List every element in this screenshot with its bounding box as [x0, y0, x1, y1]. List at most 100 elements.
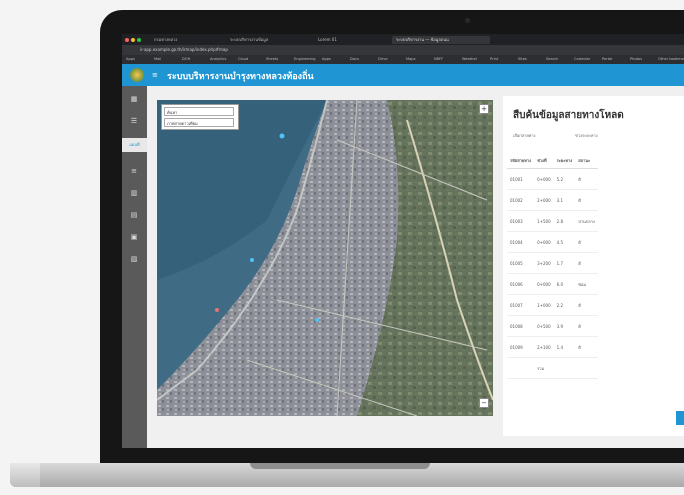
zoom-out-button[interactable]: − — [479, 398, 489, 408]
road-data-table: รหัสสายทาง ช่วงที่ ระยะทาง สถานะ 01001 0+… — [507, 152, 598, 379]
table-cell: 0+000 — [534, 273, 554, 295]
bookmark-item[interactable]: Apps — [126, 57, 135, 61]
table-cell: 2.2 — [553, 294, 576, 316]
table-cell: ซ่อม — [575, 273, 598, 295]
map-search-input[interactable]: ค้นหา — [164, 107, 234, 116]
table-cell: รวม — [534, 357, 554, 379]
settings-icon[interactable]: ▧ — [128, 254, 140, 264]
column-header[interactable]: ระยะทาง — [553, 152, 576, 169]
table-row[interactable]: 01002 2+000 3.1 ดี — [507, 189, 598, 211]
close-window-icon[interactable] — [125, 38, 129, 42]
table-cell: 3.1 — [553, 189, 576, 211]
url-text[interactable]: ir-app.example.go.th/irmap/index.php#map — [140, 47, 228, 52]
bookmark-item[interactable]: Search — [546, 57, 558, 61]
bookmark-item[interactable]: Analytics — [210, 57, 226, 61]
bookmark-item[interactable]: Calendar — [574, 57, 590, 61]
distance-filter-select[interactable]: ช่วงระยะทาง — [575, 132, 598, 139]
app-title: ระบบบริหารงานบำรุงทางหลวงท้องถิ่น — [167, 72, 314, 82]
bookmark-item[interactable]: Photos — [630, 57, 642, 61]
camera-dot — [465, 18, 470, 23]
bookmark-item[interactable]: Apps — [322, 57, 331, 61]
table-row[interactable]: รวม — [507, 357, 598, 379]
table-row[interactable]: 01007 1+000 2.2 ดี — [507, 294, 598, 316]
table-cell: 01008 — [507, 315, 535, 337]
table-row[interactable]: 01008 0+500 3.9 ดี — [507, 315, 598, 337]
bookmark-item[interactable]: Docs — [350, 57, 359, 61]
bookmark-item[interactable]: Drive — [378, 57, 388, 61]
lock-icon[interactable]: ▣ — [128, 232, 140, 242]
table-cell: 01005 — [507, 252, 535, 274]
bookmark-item[interactable]: Sites — [518, 57, 527, 61]
bookmark-item[interactable]: NRFF — [434, 57, 443, 61]
bookmark-item[interactable]: Sheets — [266, 57, 278, 61]
table-cell: ดี — [575, 189, 598, 211]
table-cell: ดี — [575, 231, 598, 253]
bookmark-item[interactable]: Cloud — [238, 57, 248, 61]
browser-tab[interactable]: กรมทางหลวง — [154, 36, 212, 44]
sidebar: ▦ ☰ แผนที่ ≡ ▥ ▤ ▣ ▧ — [122, 86, 147, 448]
bookmark-item[interactable]: DOH — [182, 57, 190, 61]
table-cell: 1.7 — [553, 252, 576, 274]
road-filter-select[interactable]: เลือกสายทาง — [513, 132, 536, 139]
minimize-window-icon[interactable] — [131, 38, 135, 42]
panel-action-button[interactable] — [676, 411, 684, 425]
table-cell: 01007 — [507, 294, 535, 316]
browser-tab-strip: กรมทางหลวง ระบบบริหารงานข้อมูล Lorem 01 … — [122, 34, 684, 45]
table-cell: 4.5 — [553, 231, 576, 253]
table-cell: 5.2 — [553, 168, 576, 190]
hamburger-icon[interactable]: ≡ — [152, 72, 158, 79]
column-header[interactable]: รหัสสายทาง — [507, 152, 535, 169]
laptop-base — [10, 463, 684, 487]
panel-title: สืบค้นข้อมูลสายทางโหลด — [513, 110, 624, 121]
road-data-panel: สืบค้นข้อมูลสายทางโหลด เลือกสายทาง ช่วงร… — [503, 96, 684, 436]
map-layer-select[interactable]: ภาพถ่ายดาวเทียม — [164, 118, 234, 127]
table-cell: 01004 — [507, 231, 535, 253]
road-icon[interactable]: ≡ — [128, 166, 140, 176]
browser-tab[interactable]: Lorem 01 — [318, 36, 354, 44]
table-cell: 2.8 — [553, 210, 576, 232]
layers-icon[interactable]: ☰ — [128, 116, 140, 126]
table-cell: ดี — [575, 252, 598, 274]
table-row[interactable]: 01005 3+200 1.7 ดี — [507, 252, 598, 274]
table-cell: 1+000 — [534, 294, 554, 316]
table-cell: 01001 — [507, 168, 535, 190]
table-cell: 6.0 — [553, 273, 576, 295]
bookmark-item[interactable]: Weather — [462, 57, 477, 61]
bookmark-item[interactable]: Mail — [154, 57, 161, 61]
table-cell: 1.4 — [553, 336, 576, 358]
table-cell: 3+200 — [534, 252, 554, 274]
table-cell: 2+000 — [534, 189, 554, 211]
satellite-imagery — [157, 100, 493, 416]
bookmark-item[interactable]: Maps — [406, 57, 415, 61]
table-cell: 01003 — [507, 210, 535, 232]
column-header[interactable]: สถานะ — [575, 152, 598, 169]
table-row[interactable]: 01001 0+000 5.2 ดี — [507, 168, 598, 190]
table-row[interactable]: 01003 1+500 2.8 ปานกลาง — [507, 210, 598, 232]
satellite-map[interactable]: ค้นหา ภาพถ่ายดาวเทียม + − — [157, 100, 493, 416]
column-header[interactable]: ช่วงที่ — [534, 152, 554, 169]
table-cell: ดี — [575, 336, 598, 358]
browser-tab[interactable]: ระบบบริหารงานข้อมูล — [230, 36, 308, 44]
home-icon[interactable]: ▦ — [128, 94, 140, 104]
bookmark-item[interactable]: Other bookmarks — [658, 57, 684, 61]
chart-icon[interactable]: ▥ — [128, 188, 140, 198]
bookmark-item[interactable]: Engineering — [294, 57, 316, 61]
bookmark-item[interactable]: Portal — [602, 57, 612, 61]
table-row[interactable]: 01009 2+100 1.4 ดี — [507, 336, 598, 358]
table-cell: 0+000 — [534, 231, 554, 253]
table-cell: 0+000 — [534, 168, 554, 190]
bookmark-item[interactable]: Print — [490, 57, 498, 61]
maximize-window-icon[interactable] — [137, 38, 141, 42]
department-seal-logo — [130, 68, 144, 82]
table-row[interactable]: 01006 0+000 6.0 ซ่อม — [507, 273, 598, 295]
address-bar[interactable]: ir-app.example.go.th/irmap/index.php#map — [122, 45, 684, 55]
sidebar-item-map[interactable]: แผนที่ — [122, 138, 147, 152]
laptop-base-edge — [10, 463, 40, 487]
browser-tab-active[interactable]: ระบบบริหารงาน — ข้อมูลถนน — [392, 36, 490, 44]
table-cell — [553, 357, 576, 379]
screen: กรมทางหลวง ระบบบริหารงานข้อมูล Lorem 01 … — [122, 34, 684, 448]
table-cell: ปานกลาง — [575, 210, 598, 232]
zoom-in-button[interactable]: + — [479, 104, 489, 114]
document-icon[interactable]: ▤ — [128, 210, 140, 220]
table-row[interactable]: 01004 0+000 4.5 ดี — [507, 231, 598, 253]
